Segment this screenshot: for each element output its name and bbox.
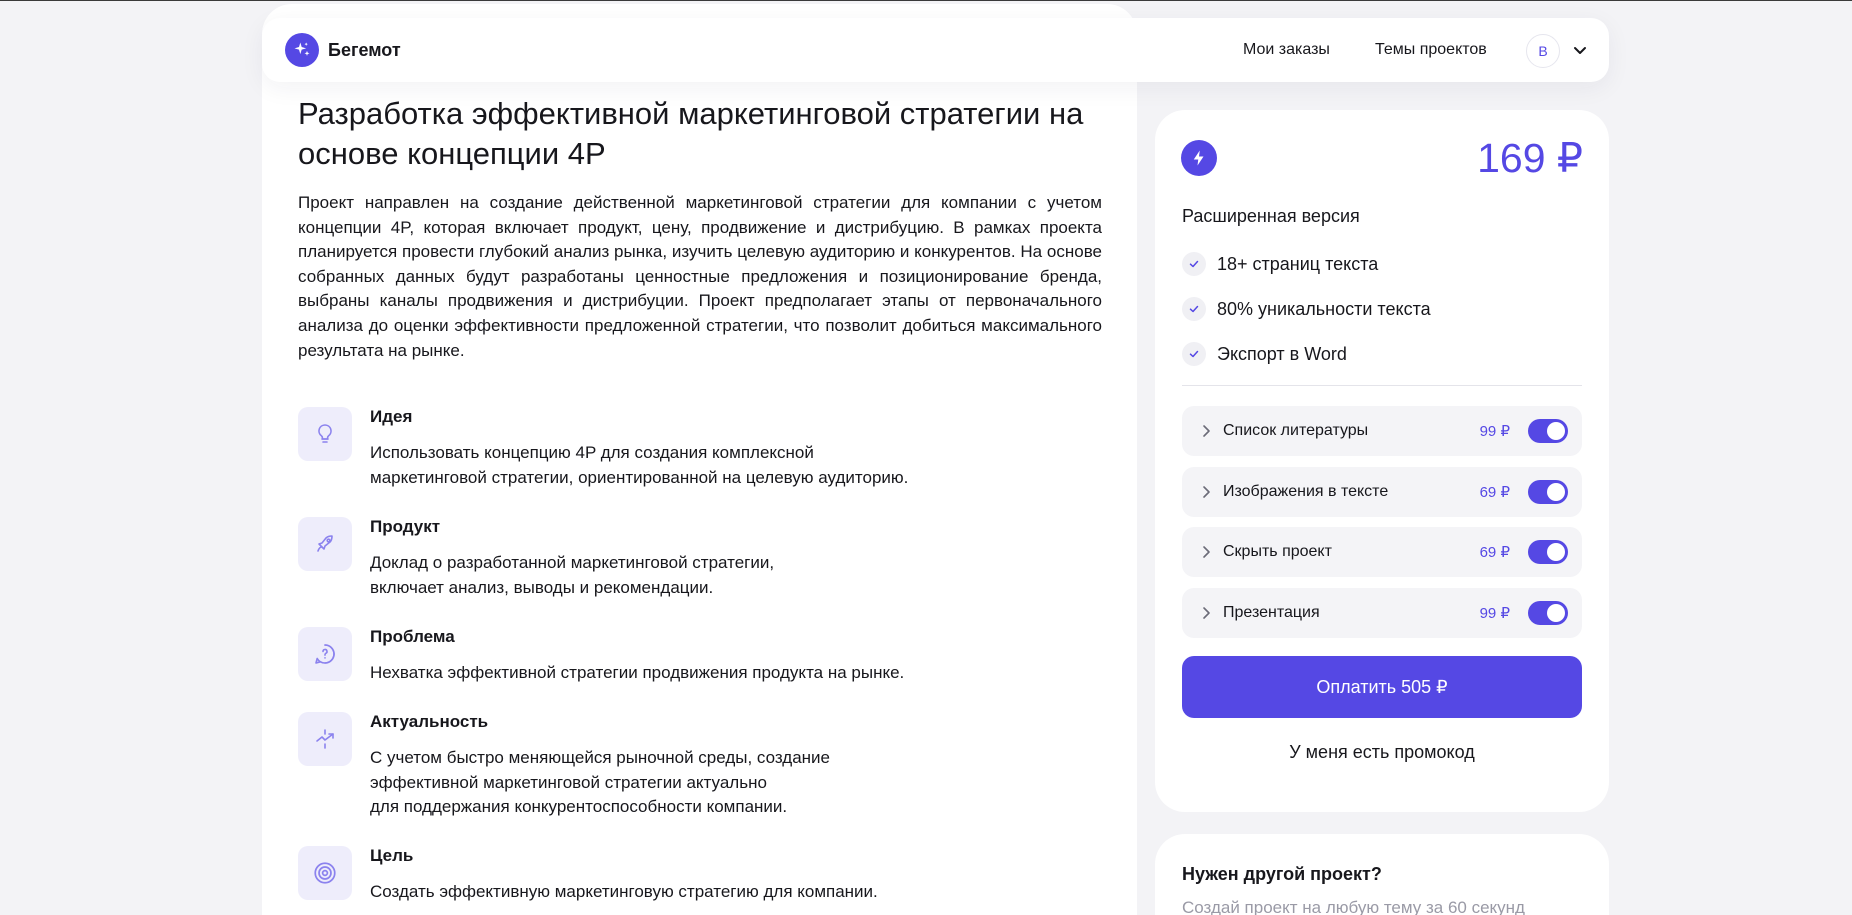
addon-price: 69 ₽ xyxy=(1479,484,1510,501)
chevron-right-icon[interactable] xyxy=(1200,424,1212,438)
nav-my-orders[interactable]: Мои заказы xyxy=(1243,41,1330,59)
addon-label: Список литературы xyxy=(1223,422,1369,439)
plan-feature-label: 18+ страниц текста xyxy=(1217,253,1379,274)
check-icon xyxy=(1182,342,1206,366)
other-project-card: Нужен другой проект? Создай проект на лю… xyxy=(1155,834,1609,915)
feature-text: С учетом быстро меняющейся рыночной сред… xyxy=(370,748,831,817)
feature-title: Идея xyxy=(370,407,413,426)
page-title: Разработка эффективной маркетинговой стр… xyxy=(298,96,1084,171)
chevron-right-icon[interactable] xyxy=(1200,606,1212,620)
divider xyxy=(1182,385,1582,386)
avatar[interactable]: В xyxy=(1526,34,1560,68)
top-header: Бегемот Мои заказы Темы проектов В xyxy=(262,18,1609,82)
pay-button[interactable]: Оплатить 505 ₽ xyxy=(1182,656,1582,718)
chevron-right-icon[interactable] xyxy=(1200,545,1212,559)
addon-toggle[interactable] xyxy=(1528,540,1568,564)
addon-toggle[interactable] xyxy=(1528,601,1568,625)
feature-title: Цель xyxy=(370,846,414,865)
addon-price: 99 ₽ xyxy=(1479,605,1510,622)
feature-title: Продукт xyxy=(370,517,441,536)
addon-price: 69 ₽ xyxy=(1479,544,1510,561)
target-icon xyxy=(298,846,352,900)
feature-text: Доклад о разработанной маркетинговой стр… xyxy=(370,553,775,597)
feature-text: Создать эффективную маркетинговую страте… xyxy=(370,882,878,901)
chevron-down-icon[interactable] xyxy=(1572,42,1588,58)
rocket-icon xyxy=(298,517,352,571)
check-icon xyxy=(1182,252,1206,276)
feature-title: Проблема xyxy=(370,627,455,646)
toggle-knob xyxy=(1547,483,1565,501)
plan-feature-label: 80% уникальности текста xyxy=(1217,298,1431,319)
price-card: 169 ₽ Расширенная версия 18+ страниц тек… xyxy=(1155,110,1609,812)
promo-code-link[interactable]: У меня есть промокод xyxy=(1182,742,1582,763)
plan-feature-label: Экспорт в Word xyxy=(1217,343,1347,364)
addon-toggle[interactable] xyxy=(1528,480,1568,504)
logo-text[interactable]: Бегемот xyxy=(328,40,401,61)
feature-title: Актуальность xyxy=(370,712,489,731)
toggle-knob xyxy=(1547,543,1565,561)
plan-feature: Экспорт в Word xyxy=(1182,341,1347,367)
other-project-subtitle: Создай проект на любую тему за 60 секунд xyxy=(1182,898,1525,915)
addon-presentation[interactable]: Презентация 99 ₽ xyxy=(1182,588,1582,638)
addon-bibliography[interactable]: Список литературы 99 ₽ xyxy=(1182,406,1582,456)
addon-label: Презентация xyxy=(1223,604,1320,621)
addon-price: 99 ₽ xyxy=(1479,423,1510,440)
lightbulb-icon xyxy=(298,407,352,461)
arrows-exchange-icon xyxy=(298,712,352,766)
chevron-right-icon[interactable] xyxy=(1200,485,1212,499)
plan-feature: 80% уникальности текста xyxy=(1182,296,1431,322)
feature-text: Использовать концепцию 4P для создания к… xyxy=(370,443,909,487)
toggle-knob xyxy=(1547,422,1565,440)
plan-name: Расширенная версия xyxy=(1182,206,1360,226)
question-bubble-icon xyxy=(298,627,352,681)
nav-project-themes[interactable]: Темы проектов xyxy=(1375,41,1487,59)
toggle-knob xyxy=(1547,604,1565,622)
price-value: 169 ₽ xyxy=(1477,135,1583,181)
bolt-icon xyxy=(1181,140,1217,176)
addon-images[interactable]: Изображения в тексте 69 ₽ xyxy=(1182,467,1582,517)
window-top-border xyxy=(0,0,1852,1)
addon-label: Изображения в тексте xyxy=(1223,483,1389,500)
check-icon xyxy=(1182,297,1206,321)
addon-hide-project[interactable]: Скрыть проект 69 ₽ xyxy=(1182,527,1582,577)
feature-text: Нехватка эффективной стратегии продвижен… xyxy=(370,663,905,682)
plan-feature: 18+ страниц текста xyxy=(1182,251,1378,277)
logo-sparkle-icon[interactable] xyxy=(285,33,319,67)
addon-toggle[interactable] xyxy=(1528,419,1568,443)
addon-label: Скрыть проект xyxy=(1223,543,1332,560)
other-project-title: Нужен другой проект? xyxy=(1182,864,1382,884)
project-description: Проект направлен на создание действенной… xyxy=(298,193,1102,360)
